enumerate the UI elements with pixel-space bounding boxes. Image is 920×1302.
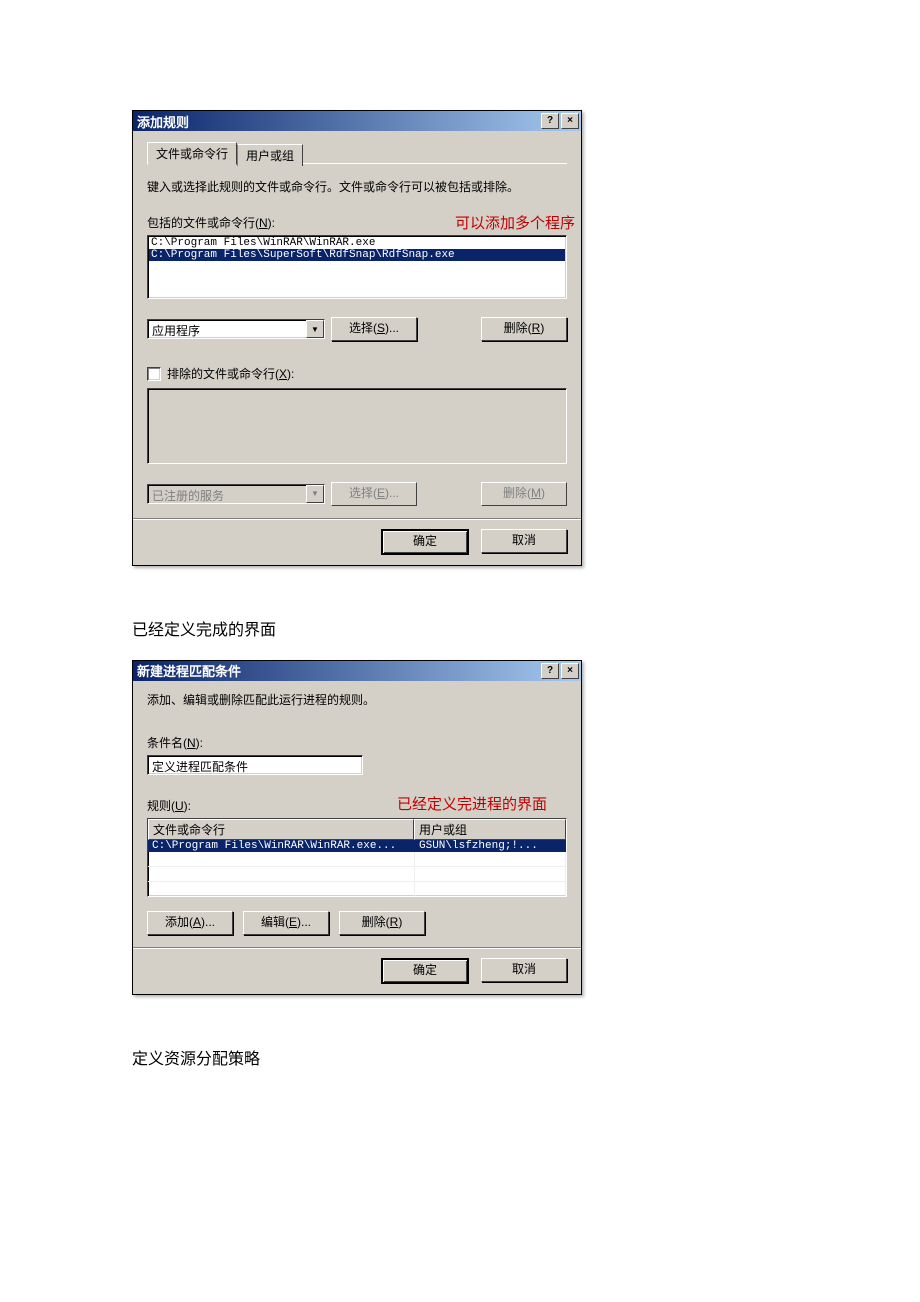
titlebar: 添加规则 ? × (133, 111, 581, 131)
close-button[interactable]: × (561, 663, 579, 679)
tabs: 文件或命令行 用户或组 (147, 142, 567, 164)
cancel-button[interactable]: 取消 (481, 529, 567, 553)
add-rule-dialog: 添加规则 ? × 文件或命令行 用户或组 键入或选择此规则的文件或命令行。文件或… (132, 110, 582, 566)
ok-button[interactable]: 确定 (381, 958, 469, 984)
annotation-multiple-programs: 可以添加多个程序 (455, 212, 575, 233)
column-header-user[interactable]: 用户或组 (414, 819, 566, 840)
remove-button[interactable]: 删除(R) (339, 911, 425, 935)
titlebar: 新建进程匹配条件 ? × (133, 661, 581, 681)
new-process-match-dialog: 新建进程匹配条件 ? × 添加、编辑或删除匹配此运行进程的规则。 条件名(N):… (132, 660, 582, 995)
include-listbox[interactable]: C:\Program Files\WinRAR\WinRAR.exe C:\Pr… (147, 235, 567, 299)
checkbox-box (147, 367, 161, 381)
remove-exclude-button: 删除(M) (481, 482, 567, 506)
include-type-dropdown[interactable]: 应用程序 ▼ (147, 319, 325, 339)
close-button[interactable]: × (561, 113, 579, 129)
table-row (148, 852, 566, 867)
exclude-checkbox[interactable]: 排除的文件或命令行(X): (147, 365, 294, 382)
dialog-title: 添加规则 (137, 112, 539, 131)
caption-defined-complete: 已经定义完成的界面 (132, 616, 602, 640)
select-include-button[interactable]: 选择(S)... (331, 317, 417, 341)
help-button[interactable]: ? (541, 663, 559, 679)
tab-user-group[interactable]: 用户或组 (237, 144, 303, 166)
exclude-label: 排除的文件或命令行(X): (167, 365, 294, 382)
condition-name-label: 条件名(N): (147, 734, 567, 751)
remove-include-button[interactable]: 删除(R) (481, 317, 567, 341)
instruction-text: 键入或选择此规则的文件或命令行。文件或命令行可以被包括或排除。 (147, 178, 567, 196)
caption-resource-policy: 定义资源分配策略 (132, 1045, 602, 1069)
table-row[interactable]: C:\Program Files\WinRAR\WinRAR.exe... GS… (148, 840, 566, 852)
chevron-down-icon: ▼ (306, 485, 324, 503)
list-item[interactable]: C:\Program Files\WinRAR\WinRAR.exe (149, 237, 565, 249)
help-button[interactable]: ? (541, 113, 559, 129)
add-button[interactable]: 添加(A)... (147, 911, 233, 935)
select-exclude-button: 选择(E)... (331, 482, 417, 506)
list-item[interactable]: C:\Program Files\SuperSoft\RdfSnap\RdfSn… (149, 249, 565, 261)
instruction-text: 添加、编辑或删除匹配此运行进程的规则。 (147, 691, 567, 708)
column-header-file[interactable]: 文件或命令行 (148, 819, 414, 840)
condition-name-input[interactable]: 定义进程匹配条件 (147, 755, 363, 775)
edit-button[interactable]: 编辑(E)... (243, 911, 329, 935)
exclude-type-dropdown: 已注册的服务 ▼ (147, 484, 325, 504)
cancel-button[interactable]: 取消 (481, 958, 567, 982)
chevron-down-icon: ▼ (306, 320, 324, 338)
table-row (148, 882, 566, 896)
tab-file-cmd[interactable]: 文件或命令行 (147, 142, 237, 165)
table-row (148, 867, 566, 882)
rules-table[interactable]: 文件或命令行 用户或组 C:\Program Files\WinRAR\WinR… (147, 818, 567, 897)
dialog-title: 新建进程匹配条件 (137, 661, 539, 680)
annotation-defined-process-ui: 已经定义完进程的界面 (397, 793, 547, 814)
ok-button[interactable]: 确定 (381, 529, 469, 555)
exclude-listbox (147, 388, 567, 464)
